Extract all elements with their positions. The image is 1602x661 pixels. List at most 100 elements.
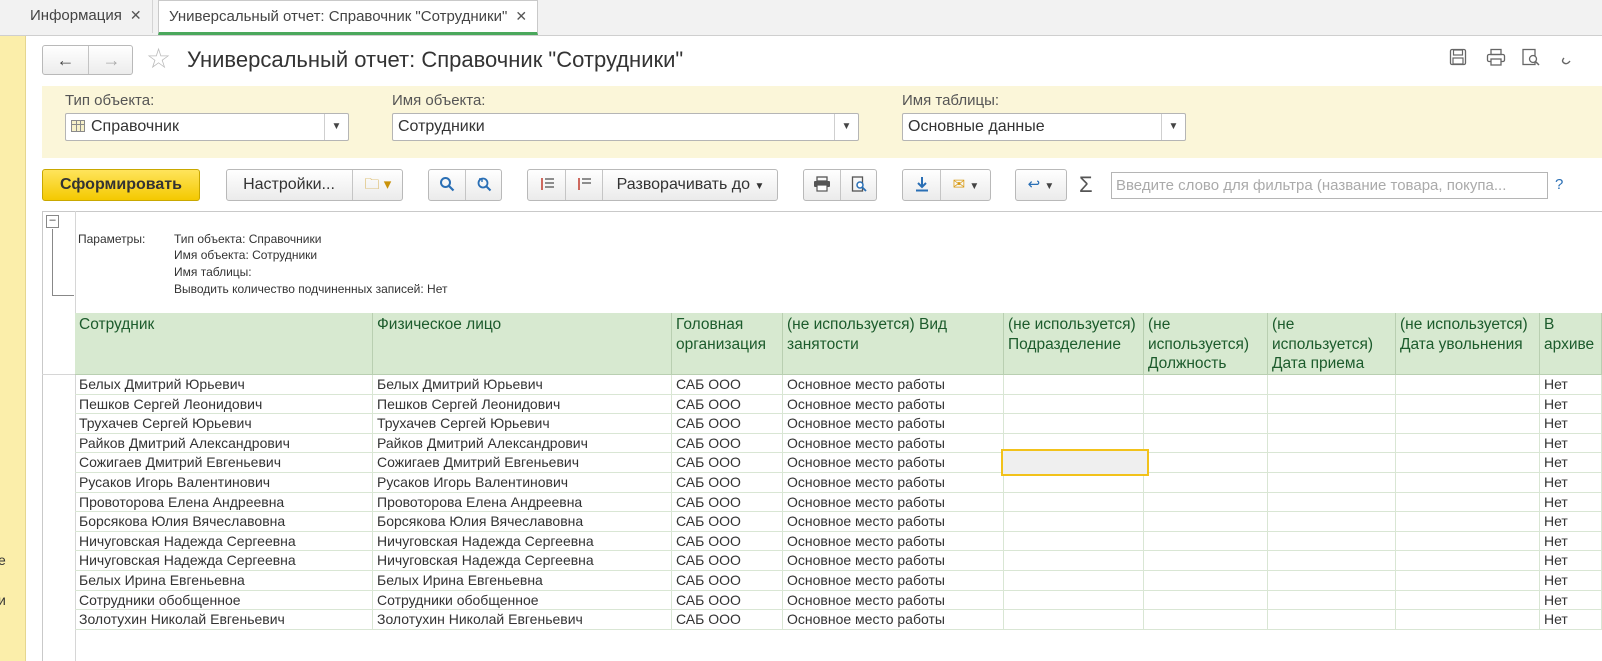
table-cell[interactable]: [1144, 512, 1268, 532]
table-cell[interactable]: Основное место работы: [783, 571, 1004, 590]
table-cell[interactable]: Ничуговская Надежда Сергеевна: [373, 531, 672, 551]
print-preview-icon[interactable]: [841, 170, 877, 200]
column-header[interactable]: (не используется) Дата приема: [1268, 313, 1396, 374]
table-cell[interactable]: САБ ООО: [672, 375, 783, 394]
table-cell[interactable]: САБ ООО: [672, 512, 783, 532]
table-cell[interactable]: [1144, 433, 1268, 453]
table-cell[interactable]: [1144, 394, 1268, 414]
table-cell[interactable]: Белых Дмитрий Юрьевич: [373, 375, 672, 394]
table-cell[interactable]: Сотрудники обобщенное: [75, 590, 373, 610]
column-header[interactable]: (не используется) Дата увольнения: [1396, 313, 1540, 374]
table-cell[interactable]: [1268, 394, 1396, 414]
table-cell[interactable]: Пешков Сергей Леонидович: [373, 394, 672, 414]
print-icon[interactable]: [804, 170, 840, 200]
table-cell[interactable]: [1396, 610, 1540, 630]
table-cell[interactable]: Сожигаев Дмитрий Евгеньевич: [373, 453, 672, 473]
download-icon[interactable]: [903, 170, 940, 200]
table-cell[interactable]: Нет: [1540, 492, 1602, 512]
table-cell[interactable]: САБ ООО: [672, 453, 783, 473]
table-cell[interactable]: САБ ООО: [672, 492, 783, 512]
table-row[interactable]: Борсякова Юлия Вячеславовна Борсякова Юли…: [75, 512, 1602, 532]
table-cell[interactable]: САБ ООО: [672, 590, 783, 610]
table-cell[interactable]: [1004, 512, 1144, 532]
search-next-icon[interactable]: [466, 170, 502, 200]
help-icon[interactable]: ?: [1555, 176, 1563, 193]
table-cell[interactable]: Русаков Игорь Валентинович: [75, 473, 373, 492]
object-name-select[interactable]: Сотрудники ▼: [392, 113, 859, 141]
table-cell[interactable]: [1396, 414, 1540, 434]
table-cell[interactable]: Пешков Сергей Леонидович: [75, 394, 373, 414]
tab-universal-report[interactable]: Универсальный отчет: Справочник "Сотрудн…: [158, 0, 539, 35]
close-icon[interactable]: ✕: [130, 7, 142, 23]
table-row[interactable]: Пешков Сергей Леонидович Пешков Сергей Ле…: [75, 394, 1602, 415]
table-cell[interactable]: САБ ООО: [672, 571, 783, 590]
table-cell[interactable]: Нет: [1540, 375, 1602, 394]
table-cell[interactable]: [1268, 571, 1396, 590]
table-cell[interactable]: Борсякова Юлия Вячеславовна: [75, 512, 373, 532]
table-cell[interactable]: [1268, 375, 1396, 394]
sum-icon[interactable]: Σ: [1079, 172, 1093, 198]
table-cell[interactable]: [1268, 492, 1396, 512]
table-cell[interactable]: [1004, 531, 1144, 551]
table-cell[interactable]: Ничуговская Надежда Сергеевна: [373, 551, 672, 571]
close-icon[interactable]: ✕: [515, 8, 527, 24]
table-row[interactable]: Ничуговская Надежда Сергеевна Ничуговская…: [75, 551, 1602, 571]
table-cell[interactable]: [1396, 453, 1540, 473]
table-cell[interactable]: [1268, 414, 1396, 434]
table-cell[interactable]: Нет: [1540, 473, 1602, 492]
table-cell[interactable]: [1144, 473, 1268, 492]
table-cell[interactable]: [1144, 414, 1268, 434]
forward-arrow-icon[interactable]: →: [89, 46, 134, 74]
table-cell[interactable]: Основное место работы: [783, 433, 1004, 453]
table-cell[interactable]: Золотухин Николай Евгеньевич: [75, 610, 373, 630]
tab-information[interactable]: Информация ✕: [20, 0, 153, 33]
collapse-groups-icon[interactable]: [566, 170, 602, 200]
table-cell[interactable]: Основное место работы: [783, 531, 1004, 551]
table-cell[interactable]: [1268, 512, 1396, 532]
table-cell[interactable]: [1004, 394, 1144, 414]
table-cell[interactable]: [1004, 551, 1144, 571]
chevron-down-icon[interactable]: ▼: [834, 114, 858, 140]
table-cell[interactable]: Провоторова Елена Андреевна: [373, 492, 672, 512]
undo-button[interactable]: ↩ ▼: [1015, 169, 1067, 201]
table-cell[interactable]: [1396, 551, 1540, 571]
table-cell[interactable]: САБ ООО: [672, 394, 783, 414]
preview-icon[interactable]: [1520, 48, 1542, 70]
chevron-down-icon[interactable]: ▼: [1161, 114, 1185, 140]
table-cell[interactable]: [1268, 453, 1396, 473]
table-cell[interactable]: САБ ООО: [672, 433, 783, 453]
collapse-toggle-icon[interactable]: –: [46, 215, 59, 228]
table-cell[interactable]: [1144, 590, 1268, 610]
table-cell[interactable]: САБ ООО: [672, 414, 783, 434]
table-cell[interactable]: Нет: [1540, 531, 1602, 551]
column-header[interactable]: (не используется) Должность: [1144, 313, 1268, 374]
table-cell[interactable]: Основное место работы: [783, 610, 1004, 630]
table-cell[interactable]: Золотухин Николай Евгеньевич: [373, 610, 672, 630]
table-row[interactable]: Райков Дмитрий Александрович Райков Дмитр…: [75, 433, 1602, 454]
selected-cell[interactable]: [1001, 449, 1149, 476]
print-icon[interactable]: [1485, 48, 1507, 70]
table-cell[interactable]: Ничуговская Надежда Сергеевна: [75, 531, 373, 551]
table-cell[interactable]: [1268, 610, 1396, 630]
table-row[interactable]: Белых Ирина Евгеньевна Белых Ирина Евгень…: [75, 571, 1602, 591]
expand-groups-icon[interactable]: [528, 170, 565, 200]
table-cell[interactable]: Райков Дмитрий Александрович: [75, 433, 373, 453]
table-row[interactable]: Золотухин Николай Евгеньевич Золотухин Ни…: [75, 610, 1602, 630]
table-cell[interactable]: Нет: [1540, 610, 1602, 630]
email-icon[interactable]: ✉ ▼: [941, 170, 991, 200]
table-cell[interactable]: Борсякова Юлия Вячеславовна: [373, 512, 672, 532]
save-icon[interactable]: [1447, 48, 1469, 70]
table-cell[interactable]: Сотрудники обобщенное: [373, 590, 672, 610]
column-header[interactable]: (не используется) Вид занятости: [783, 313, 1004, 374]
table-cell[interactable]: [1396, 512, 1540, 532]
table-cell[interactable]: [1144, 610, 1268, 630]
table-cell[interactable]: Нет: [1540, 590, 1602, 610]
table-cell[interactable]: Основное место работы: [783, 453, 1004, 473]
table-cell[interactable]: Нет: [1540, 571, 1602, 590]
column-header[interactable]: (не используется) Подразделение: [1004, 313, 1144, 374]
table-cell[interactable]: [1268, 590, 1396, 610]
column-header[interactable]: Физическое лицо: [373, 313, 672, 374]
generate-button[interactable]: Сформировать: [42, 169, 200, 201]
table-cell[interactable]: Нет: [1540, 551, 1602, 571]
table-row[interactable]: Белых Дмитрий Юрьевич Белых Дмитрий Юрьев…: [75, 375, 1602, 395]
